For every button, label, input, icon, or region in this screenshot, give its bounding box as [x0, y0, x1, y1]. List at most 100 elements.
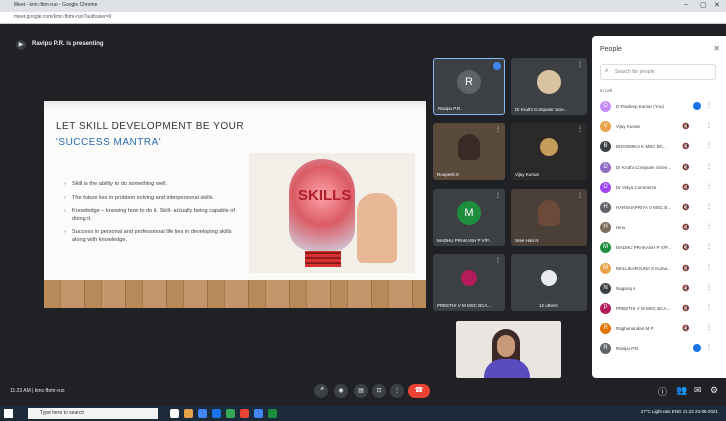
- slide-bullet: Skill is the ability to do something wel…: [64, 181, 239, 189]
- more-options-icon[interactable]: ⋮: [706, 264, 712, 271]
- participant-row[interactable]: B BHOOMIKA K MSC BC... 🔇 ⋮: [598, 136, 722, 156]
- file-explorer-icon[interactable]: [184, 409, 193, 418]
- participant-row[interactable]: H HARSHAPRIYA V MSC B... 🔇 ⋮: [598, 197, 722, 217]
- participant-tile[interactable]: ⋮ Roopesh K: [433, 123, 505, 180]
- avatar: R: [600, 343, 611, 355]
- more-options-icon[interactable]: ⋮: [577, 61, 583, 68]
- participant-tile[interactable]: ⋮ Dr Kruthi Computer Scie...: [511, 58, 587, 115]
- participant-row[interactable]: D Dr Vidya Commerce 🔇 ⋮: [598, 177, 722, 197]
- more-options-icon[interactable]: ⋮: [706, 243, 712, 250]
- participant-tile[interactable]: R Ravipu P.R.: [433, 58, 505, 115]
- participant-name: Dr Kruthi Computer Scien...: [616, 164, 672, 170]
- people-icon[interactable]: 👥: [676, 385, 687, 396]
- avatar: P: [600, 302, 611, 314]
- more-options-icon[interactable]: ⋮: [390, 384, 404, 398]
- participant-name: PREETHI V M MSC BCA...: [437, 303, 492, 308]
- people-list: D D Pradeep Kumar (You) ⋮ V Vijay Kumar 🔇 ⋮ B BH…: [598, 96, 722, 358]
- participant-video: [538, 199, 560, 226]
- presentation-slide: LET SKILL DEVELOPMENT BE YOUR 'SUCCESS M…: [44, 101, 426, 308]
- more-options-icon[interactable]: ⋮: [495, 192, 501, 199]
- mic-off-icon: 🔇: [682, 164, 690, 171]
- more-options-icon[interactable]: ⋮: [706, 344, 712, 351]
- slide-bullet: The future lies in problem solving and i…: [64, 195, 239, 203]
- more-options-icon[interactable]: ⋮: [577, 192, 583, 199]
- participant-row[interactable]: V Vijay Kumar 🔇 ⋮: [598, 116, 722, 136]
- captions-icon[interactable]: ▤: [354, 384, 368, 398]
- participant-tile[interactable]: ⋮ Vijay Kumar: [511, 123, 587, 180]
- speaking-indicator-icon: [693, 102, 701, 110]
- meeting-clock: 11:23 AM | kmc-fbmr-ruo: [10, 388, 65, 394]
- camera-icon[interactable]: ◉: [334, 384, 348, 398]
- edge-icon[interactable]: [198, 409, 207, 418]
- participant-video: [458, 133, 480, 160]
- more-options-icon[interactable]: ⋮: [706, 122, 712, 129]
- word-icon[interactable]: [254, 409, 263, 418]
- participant-row[interactable]: N Nagaraj s 🔇 ⋮: [598, 278, 722, 298]
- self-body: [484, 359, 530, 378]
- more-options-icon[interactable]: ⋮: [495, 126, 501, 133]
- more-options-icon[interactable]: ⋮: [706, 102, 712, 109]
- people-panel-title: People: [600, 46, 622, 53]
- present-screen-icon[interactable]: ⊡: [372, 384, 386, 398]
- maximize-icon[interactable]: ▢: [700, 1, 707, 9]
- more-options-icon[interactable]: ⋮: [706, 203, 712, 210]
- participant-row[interactable]: M MALLIKARJUNA S Kuma... 🔇 ⋮: [598, 258, 722, 278]
- excel-icon[interactable]: [268, 409, 277, 418]
- windows-start-icon[interactable]: [4, 409, 13, 418]
- chrome-icon[interactable]: [226, 409, 235, 418]
- more-options-icon[interactable]: ⋮: [706, 324, 712, 331]
- info-icon[interactable]: ⓘ: [658, 385, 667, 398]
- more-options-icon[interactable]: ⋮: [706, 284, 712, 291]
- close-icon[interactable]: ✕: [713, 44, 720, 53]
- task-view-icon[interactable]: [170, 409, 179, 418]
- participant-name: Ravipu P.R.: [616, 346, 640, 352]
- mic-icon[interactable]: 🎤: [314, 384, 328, 398]
- participant-tile[interactable]: M ⋮ MADHU PRAKASH P V/P...: [433, 189, 505, 246]
- minimize-icon[interactable]: –: [684, 1, 688, 8]
- store-icon[interactable]: [212, 409, 221, 418]
- people-search-input[interactable]: ⌕ Search for people: [600, 64, 716, 80]
- more-options-icon[interactable]: ⋮: [577, 126, 583, 133]
- slide-heading-line1: LET SKILL DEVELOPMENT BE YOUR: [56, 121, 245, 132]
- speaking-indicator-icon: [693, 344, 701, 353]
- more-options-icon[interactable]: ⋮: [706, 183, 712, 190]
- participant-name: MADHU PRAKASH P V/P...: [616, 245, 672, 251]
- participant-row[interactable]: D Dr Kruthi Computer Scien... 🔇 ⋮: [598, 157, 722, 177]
- chat-icon[interactable]: ✉: [694, 385, 702, 396]
- participant-row[interactable]: R Ravipu P.R. ⋮: [598, 338, 722, 358]
- avatar: R: [457, 70, 481, 95]
- more-options-icon[interactable]: ⋮: [706, 223, 712, 230]
- participant-name: Ravipu P.R.: [438, 106, 462, 111]
- more-options-icon[interactable]: ⋮: [706, 304, 712, 311]
- taskbar-search-input[interactable]: Type here to search: [28, 408, 158, 419]
- participant-tile[interactable]: ⋮ PREETHI V M MSC BCA...: [433, 254, 505, 311]
- url-text[interactable]: meet.google.com/kmc-fbmr-ruo?authuser=0: [14, 14, 111, 20]
- more-options-icon[interactable]: ⋮: [706, 142, 712, 149]
- avatar: H: [600, 201, 611, 213]
- participant-row[interactable]: M MADHU PRAKASH P V/P... 🔇 ⋮: [598, 237, 722, 257]
- participant-row[interactable]: D D Pradeep Kumar (You) ⋮: [598, 96, 722, 116]
- participant-video: [540, 137, 558, 156]
- mic-off-icon: 🔇: [682, 184, 690, 191]
- activities-icon[interactable]: ⚙: [710, 385, 718, 396]
- more-options-icon[interactable]: ⋮: [495, 257, 501, 264]
- mic-off-icon: 🔇: [682, 225, 690, 232]
- app-icon[interactable]: [240, 409, 249, 418]
- participant-tile[interactable]: ⋮ Sree Hari N: [511, 189, 587, 246]
- presenting-label: Ravipu P.R. is presenting: [32, 41, 104, 47]
- mic-off-icon: 🔇: [682, 285, 690, 292]
- skills-word: SKILLS: [298, 187, 352, 204]
- participant-row[interactable]: H Hinu 🔇 ⋮: [598, 217, 722, 237]
- address-bar[interactable]: meet.google.com/kmc-fbmr-ruo?authuser=0: [0, 12, 726, 24]
- close-window-icon[interactable]: ✕: [714, 1, 720, 9]
- others-tile[interactable]: 12 others: [511, 254, 587, 311]
- avatar: [537, 69, 561, 94]
- end-call-button[interactable]: ☎: [408, 384, 430, 398]
- system-tray: 27°C Light rain ENG 11:23 23-08-2021: [640, 409, 718, 414]
- participant-row[interactable]: R Raghunandan M P 🔇 ⋮: [598, 318, 722, 338]
- participant-name: MALLIKARJUNA S Kuma...: [616, 265, 671, 271]
- mic-off-icon: 🔇: [682, 326, 690, 333]
- more-options-icon[interactable]: ⋮: [706, 163, 712, 170]
- participant-row[interactable]: P PREETHI V M MSC BCA... 🔇 ⋮: [598, 298, 722, 318]
- people-panel: People ✕ ⌕ Search for people In call D D …: [592, 36, 726, 378]
